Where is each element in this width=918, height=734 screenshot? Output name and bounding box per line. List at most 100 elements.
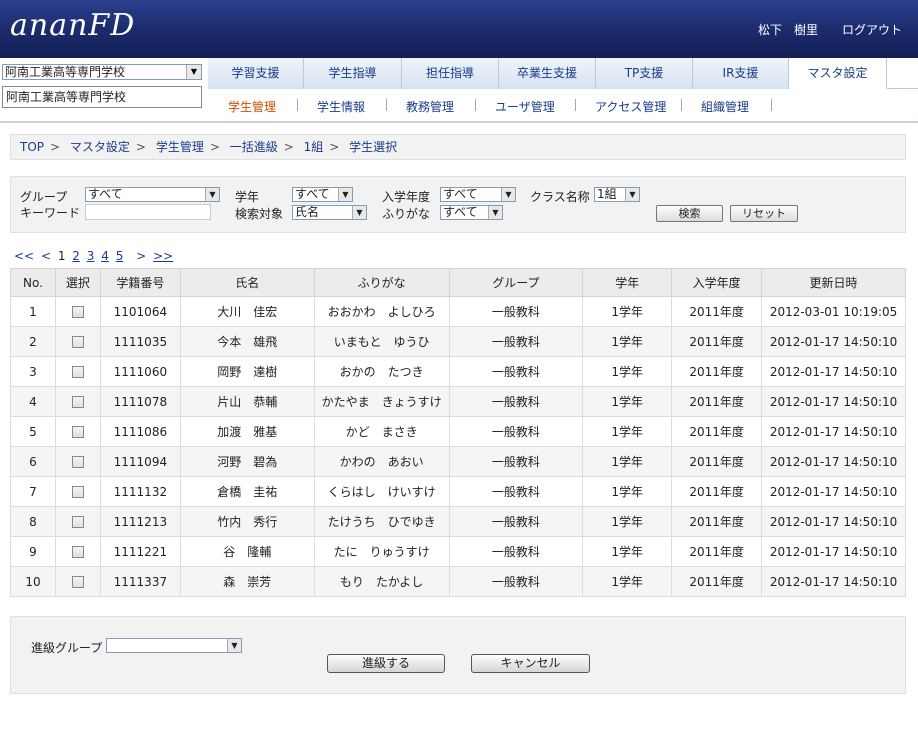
admission-year-value: すべて — [443, 187, 478, 201]
page-link[interactable]: 5 — [116, 249, 124, 263]
select-checkbox[interactable] — [71, 576, 84, 588]
column-header-student-id: 学籍番号 — [99, 268, 181, 297]
chevron-down-icon[interactable]: ▼ — [352, 206, 366, 219]
promotion-group-select[interactable]: ▼ — [106, 638, 242, 653]
logout-link[interactable]: ログアウト — [842, 21, 902, 38]
chevron-down-icon[interactable]: ▼ — [501, 188, 515, 201]
search-target-value: 氏名 — [295, 205, 320, 219]
promote-button[interactable]: 進級する — [327, 654, 445, 673]
cell-name: 竹内 秀行 — [179, 506, 315, 537]
cell-admission-year: 2011年度 — [671, 356, 763, 387]
tab-master-settings[interactable]: マスタ設定 — [789, 58, 887, 89]
search-target-select[interactable]: 氏名 ▼ — [292, 205, 367, 220]
tab-learning-support[interactable]: 学習支援 — [208, 58, 304, 89]
select-checkbox[interactable] — [71, 336, 84, 348]
cell-grade: 1学年 — [582, 566, 673, 597]
sub-tabs: 学生管理 学生情報 教務管理 ユーザ管理 アクセス管理 組織管理 — [208, 89, 918, 119]
cell-select — [54, 506, 101, 537]
tab-homeroom-guidance[interactable]: 担任指導 — [402, 58, 499, 89]
search-button[interactable]: 検索 — [656, 205, 723, 222]
chevron-down-icon[interactable]: ▼ — [227, 639, 241, 652]
cell-group: 一般教科 — [448, 296, 584, 327]
promotion-group-label: 進級グループ — [31, 641, 103, 655]
breadcrumb-separator: > — [329, 140, 340, 154]
chevron-down-icon[interactable]: ▼ — [625, 188, 639, 201]
cell-admission-year: 2011年度 — [671, 566, 763, 597]
cell-admission-year: 2011年度 — [671, 476, 763, 507]
cell-grade: 1学年 — [582, 386, 673, 417]
chevron-down-icon[interactable]: ▼ — [186, 65, 201, 79]
subtab-student-management[interactable]: 学生管理 — [228, 98, 276, 115]
subtab-academic-management[interactable]: 教務管理 — [406, 98, 454, 115]
cell-select — [54, 446, 101, 477]
tab-ir-support[interactable]: IR支援 — [693, 58, 789, 89]
chevron-down-icon[interactable]: ▼ — [338, 188, 352, 201]
column-header-updated: 更新日時 — [761, 268, 906, 297]
cell-group: 一般教科 — [448, 386, 584, 417]
select-checkbox[interactable] — [71, 366, 84, 378]
breadcrumb-bulk-promotion[interactable]: 一括進級 — [230, 140, 278, 154]
cell-updated: 2012-01-17 14:50:10 — [761, 566, 906, 597]
page-link[interactable]: 3 — [87, 249, 95, 263]
cancel-button[interactable]: キャンセル — [471, 654, 590, 673]
grade-select-value: すべて — [295, 187, 330, 201]
tab-tp-support[interactable]: TP支援 — [596, 58, 693, 89]
admission-year-select[interactable]: すべて ▼ — [440, 187, 516, 202]
breadcrumb-master-settings[interactable]: マスタ設定 — [70, 140, 130, 154]
cell-name: 片山 恭輔 — [179, 386, 315, 417]
grade-select[interactable]: すべて ▼ — [292, 187, 353, 202]
kana-select[interactable]: すべて ▼ — [440, 205, 503, 220]
keyword-input[interactable] — [85, 204, 211, 220]
select-checkbox[interactable] — [71, 456, 84, 468]
breadcrumb-class[interactable]: 1組 — [304, 140, 324, 154]
select-checkbox[interactable] — [71, 306, 84, 318]
cell-group: 一般教科 — [448, 536, 584, 567]
page-link[interactable]: 2 — [72, 249, 80, 263]
column-header-name: 氏名 — [179, 268, 315, 297]
cell-student-id: 1101064 — [99, 296, 181, 327]
subtab-user-management[interactable]: ユーザ管理 — [495, 98, 555, 115]
cell-no: 5 — [10, 416, 56, 447]
select-checkbox[interactable] — [71, 546, 84, 558]
cell-kana: おかの たつき — [313, 356, 450, 387]
cell-name: 加渡 雅基 — [179, 416, 315, 447]
subtab-student-info[interactable]: 学生情報 — [317, 98, 365, 115]
first-page-link[interactable]: << — [14, 249, 34, 263]
breadcrumb-top[interactable]: TOP — [20, 140, 44, 154]
chevron-down-icon[interactable]: ▼ — [205, 188, 219, 201]
cell-name: 河野 碧為 — [179, 446, 315, 477]
page-link[interactable]: 4 — [101, 249, 109, 263]
select-checkbox[interactable] — [71, 486, 84, 498]
breadcrumb-separator: > — [209, 140, 220, 154]
cell-group: 一般教科 — [448, 566, 584, 597]
breadcrumb: TOP > マスタ設定 > 学生管理 > 一括進級 > 1組 > 学生選択 — [10, 134, 906, 160]
chevron-down-icon[interactable]: ▼ — [488, 206, 502, 219]
cell-kana: くらはし けいすけ — [313, 476, 450, 507]
reset-button[interactable]: リセット — [730, 205, 798, 222]
subtab-access-management[interactable]: アクセス管理 — [595, 98, 666, 115]
cell-updated: 2012-01-17 14:50:10 — [761, 356, 906, 387]
select-checkbox[interactable] — [71, 426, 84, 438]
tab-student-guidance[interactable]: 学生指導 — [304, 58, 402, 89]
cell-no: 9 — [10, 536, 56, 567]
cell-student-id: 1111132 — [99, 476, 181, 507]
school-dropdown[interactable]: 阿南工業高等専門学校 ▼ — [2, 64, 202, 80]
subtab-organization-management[interactable]: 組織管理 — [701, 98, 749, 115]
cell-select — [54, 476, 101, 507]
column-header-group: グループ — [448, 268, 584, 297]
current-page: 1 — [57, 249, 66, 263]
app-logo[interactable]: ananFD — [10, 8, 135, 43]
next-page-link[interactable]: > — [136, 249, 146, 263]
cell-no: 4 — [10, 386, 56, 417]
class-name-select[interactable]: 1組 ▼ — [594, 187, 640, 202]
last-page-link[interactable]: >> — [153, 249, 173, 263]
group-select[interactable]: すべて ▼ — [85, 187, 220, 202]
select-checkbox[interactable] — [71, 516, 84, 528]
cell-grade: 1学年 — [582, 536, 673, 567]
breadcrumb-student-select[interactable]: 学生選択 — [349, 140, 397, 154]
prev-page-link[interactable]: < — [41, 249, 51, 263]
tab-alumni-support[interactable]: 卒業生支援 — [499, 58, 596, 89]
breadcrumb-student-management[interactable]: 学生管理 — [156, 140, 204, 154]
cell-admission-year: 2011年度 — [671, 446, 763, 477]
select-checkbox[interactable] — [71, 396, 84, 408]
